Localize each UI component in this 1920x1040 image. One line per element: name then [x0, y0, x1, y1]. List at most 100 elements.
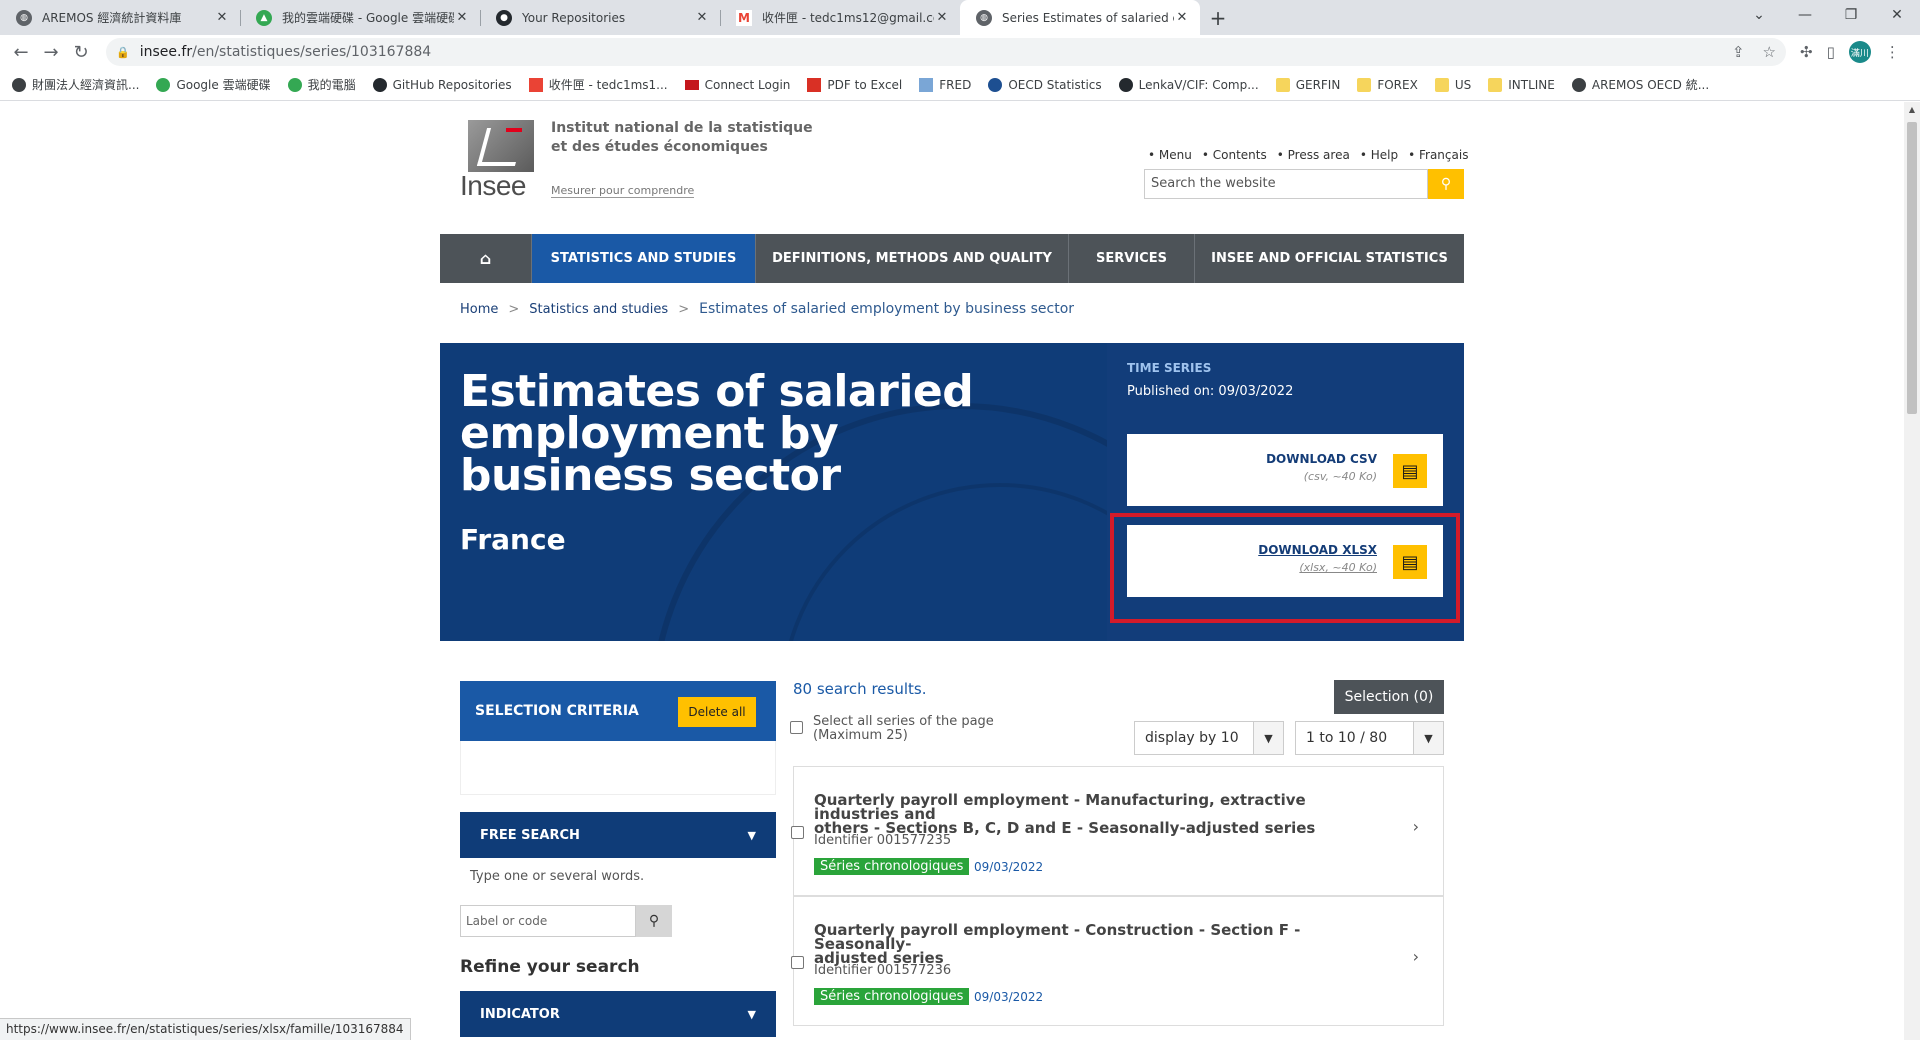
result-checkbox[interactable] — [791, 956, 804, 969]
tab-github[interactable]: ● Your Repositories ✕ — [480, 0, 720, 35]
nav-definitions-methods-quality[interactable]: DEFINITIONS, METHODS AND QUALITY — [756, 234, 1069, 283]
result-identifier: Identifier 001577236 — [814, 963, 952, 978]
indicator-toggle[interactable]: INDICATOR ▼ — [460, 991, 776, 1037]
tab-google-drive[interactable]: ▲ 我的雲端硬碟 - Google 雲端硬碟 ✕ — [240, 0, 480, 35]
new-tab-button[interactable]: + — [1200, 0, 1236, 35]
bookmark-item[interactable]: GitHub Repositories — [372, 77, 512, 92]
lock-icon[interactable]: 🔒 — [116, 46, 130, 59]
bookmark-item[interactable]: 財團法人經濟資訊... — [12, 76, 139, 93]
bookmark-label: US — [1454, 77, 1472, 92]
result-item[interactable]: Quarterly payroll employment - Construct… — [791, 896, 1444, 1026]
result-date: 09/03/2022 — [974, 860, 1044, 874]
refine-search-heading: Refine your search — [460, 957, 640, 977]
bookmark-item[interactable]: PDF to Excel — [807, 77, 902, 92]
reload-icon[interactable]: ↻ — [66, 37, 96, 67]
bookmark-item[interactable]: FRED — [919, 77, 971, 92]
tab-search-icon[interactable]: ⌄ — [1736, 0, 1782, 30]
close-tab-icon[interactable]: ✕ — [694, 10, 710, 25]
logo-mark-icon — [468, 120, 534, 172]
forward-icon[interactable]: → — [36, 37, 66, 67]
bookmark-label: 我的電腦 — [307, 78, 356, 92]
result-tag: Séries chronologiques — [814, 858, 970, 875]
bookmark-item[interactable]: AREMOS OECD 統... — [1571, 76, 1709, 93]
tab-gmail[interactable]: M 收件匣 - tedc1ms12@gmail.com ✕ — [720, 0, 960, 35]
close-tab-icon[interactable]: ✕ — [934, 10, 950, 25]
scroll-up-icon[interactable]: ▲ — [1904, 102, 1920, 118]
bookmark-item[interactable]: Connect Login — [684, 78, 790, 92]
free-search-title: FREE SEARCH — [480, 827, 580, 843]
close-window-icon[interactable]: ✕ — [1874, 0, 1920, 30]
free-search-input[interactable]: Label or code — [460, 905, 636, 937]
language-link[interactable]: Français — [1408, 148, 1468, 162]
bookmark-folder[interactable]: US — [1434, 77, 1472, 92]
close-tab-icon[interactable]: ✕ — [214, 10, 230, 25]
tab-aremos[interactable]: ◍ AREMOS 經濟統計資料庫 ✕ — [0, 0, 240, 35]
bookmark-star-icon[interactable]: ☆ — [1763, 43, 1776, 61]
institute-line-1: Institut national de la statistique — [551, 120, 813, 136]
github-icon — [1118, 77, 1133, 92]
result-identifier: Identifier 001577235 — [814, 833, 952, 848]
globe-icon: ◍ — [976, 9, 992, 26]
nav-statistics-and-studies[interactable]: STATISTICS AND STUDIES — [532, 234, 756, 283]
download-csv-button[interactable]: DOWNLOAD CSV (csv, ~40 Ko) ▤ — [1127, 434, 1443, 506]
result-title[interactable]: Quarterly payroll employment - Manufactu… — [814, 793, 1374, 836]
close-tab-icon[interactable]: ✕ — [454, 10, 470, 25]
delete-all-button[interactable]: Delete all — [678, 697, 756, 727]
pagination-select[interactable]: 1 to 10 / 80 ▼ — [1295, 721, 1444, 755]
country-label: France — [460, 523, 566, 556]
selection-criteria-header: SELECTION CRITERIA Delete all — [460, 681, 776, 741]
bookmark-item[interactable]: 我的電腦 — [287, 76, 356, 93]
bookmark-item[interactable]: OECD Statistics — [988, 77, 1102, 92]
bookmark-label: FOREX — [1377, 77, 1418, 92]
pagination-value: 1 to 10 / 80 — [1306, 730, 1388, 746]
search-icon[interactable]: ⚲ — [1428, 169, 1464, 199]
menu-link[interactable]: Menu — [1148, 148, 1192, 162]
result-title[interactable]: Quarterly payroll employment - Construct… — [814, 923, 1374, 966]
restore-icon[interactable]: ❐ — [1828, 0, 1874, 30]
extensions-icon[interactable]: ✣ — [1800, 43, 1813, 61]
bookmark-folder[interactable]: GERFIN — [1275, 77, 1340, 92]
bookmark-folder[interactable]: FOREX — [1357, 77, 1418, 92]
help-link[interactable]: Help — [1360, 148, 1398, 162]
bookmark-item[interactable]: LenkaV/CIF: Comp... — [1118, 77, 1259, 92]
close-tab-icon[interactable]: ✕ — [1174, 10, 1190, 25]
menu-kebab-icon[interactable]: ⋮ — [1885, 43, 1900, 61]
breadcrumb-statistics[interactable]: Statistics and studies — [529, 302, 668, 317]
bookmark-item[interactable]: 收件匣 - tedc1ms1... — [528, 76, 668, 93]
header-links: Menu Contents Press area Help Français — [1148, 148, 1469, 162]
profile-avatar[interactable]: 滿川 — [1848, 41, 1871, 63]
result-date: 09/03/2022 — [974, 990, 1044, 1004]
contents-link[interactable]: Contents — [1202, 148, 1267, 162]
nav-services[interactable]: SERVICES — [1069, 234, 1195, 283]
gmail-icon: M — [736, 9, 752, 26]
breadcrumb-home[interactable]: Home — [460, 302, 498, 317]
address-bar[interactable]: 🔒 insee.fr/en/statistiques/series/103167… — [106, 38, 1786, 66]
selection-button[interactable]: Selection (0) — [1334, 680, 1444, 714]
nav-insee-official-statistics[interactable]: INSEE AND OFFICIAL STATISTICS — [1195, 234, 1464, 283]
result-item[interactable]: Quarterly payroll employment - Manufactu… — [791, 766, 1444, 896]
display-by-select[interactable]: display by 10 ▼ — [1134, 721, 1284, 755]
site-search-input[interactable]: Search the website — [1144, 169, 1428, 199]
select-all-checkbox[interactable] — [790, 721, 803, 734]
bookmark-folder[interactable]: INTLINE — [1488, 77, 1555, 92]
free-search-toggle[interactable]: FREE SEARCH ▼ — [460, 812, 776, 858]
bookmark-label: 收件匣 - tedc1ms1... — [548, 78, 668, 92]
url-path: /en/statistiques/series/103167884 — [192, 44, 432, 60]
share-icon[interactable]: ⇪ — [1732, 43, 1745, 61]
folder-icon — [1357, 77, 1372, 92]
page-scrollbar[interactable]: ▲ — [1904, 102, 1920, 1040]
tab-insee-series[interactable]: ◍ Series Estimates of salaried em ✕ — [960, 0, 1200, 35]
result-checkbox[interactable] — [791, 826, 804, 839]
minimize-icon[interactable]: — — [1782, 0, 1828, 30]
bookmark-item[interactable]: Google 雲端硬碟 — [156, 76, 271, 93]
flag-icon — [684, 79, 699, 90]
side-panel-icon[interactable]: ▯ — [1827, 43, 1835, 61]
search-icon[interactable]: ⚲ — [636, 905, 672, 937]
home-icon[interactable]: ⌂ — [440, 234, 532, 283]
press-area-link[interactable]: Press area — [1277, 148, 1350, 162]
scrollbar-thumb[interactable] — [1907, 122, 1917, 414]
chevron-right-icon[interactable]: › — [1413, 817, 1419, 836]
chevron-right-icon[interactable]: › — [1413, 947, 1419, 966]
insee-logo[interactable]: Insee — [460, 120, 534, 201]
back-icon[interactable]: ← — [6, 37, 36, 67]
